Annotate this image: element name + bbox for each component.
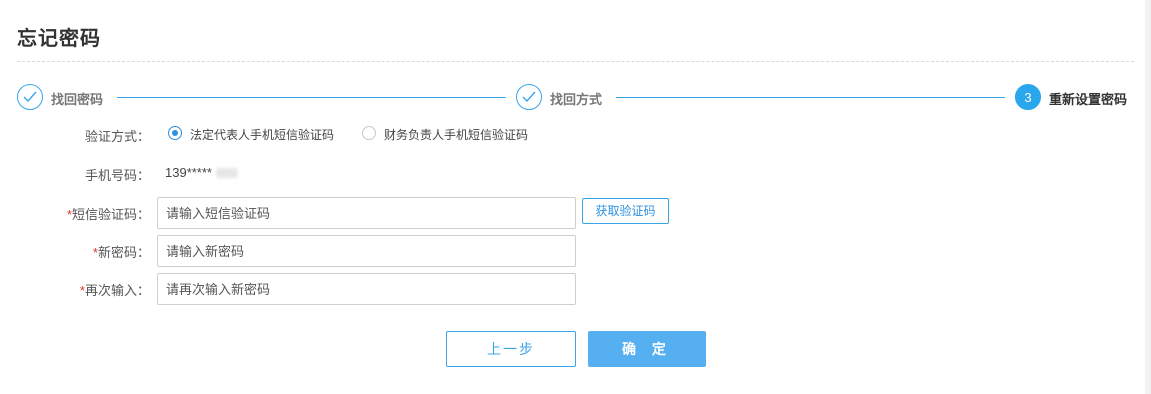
sms-code-input[interactable] [157,197,576,229]
step-1-label: 找回密码 [51,92,104,107]
get-code-button[interactable]: 获取验证码 [582,198,669,224]
radio-finance-head-label[interactable]: 财务负责人手机短信验证码 [384,126,528,143]
sms-code-label: *短信验证码： [40,204,150,223]
new-password-input[interactable] [157,235,576,267]
previous-step-button[interactable]: 上一步 [446,331,576,367]
radio-legal-rep-label[interactable]: 法定代表人手机短信验证码 [190,126,334,143]
step-2-connector [616,97,1005,98]
verify-method-label: 验证方式： [84,129,150,144]
confirm-password-input[interactable] [157,273,576,305]
confirm-password-label: *再次输入： [40,280,150,299]
confirm-button[interactable]: 确 定 [588,331,706,367]
confirm-password-label-text: 再次输入： [84,283,150,298]
step-2-label: 找回方式 [550,92,603,107]
phone-value: 139***** [165,165,212,180]
new-password-label-text: 新密码： [97,245,150,260]
step-3-label: 重新设置密码 [1049,92,1128,107]
page-title: 忘记密码 [17,28,101,50]
step-1-connector [117,97,506,98]
phone-masked-blur [216,168,238,178]
new-password-label: *新密码： [40,242,150,261]
title-divider [17,61,1134,62]
step-1-check-icon [17,84,43,110]
radio-legal-rep[interactable] [168,126,182,140]
forgot-password-page: 忘记密码 找回密码 找回方式 3 重新设置密码 验证方式： 法定代表人手机短信验… [0,0,1151,394]
phone-label: 手机号码： [84,168,150,183]
radio-finance-head[interactable] [362,126,376,140]
scrollbar-track [1145,0,1151,394]
step-2-check-icon [516,84,542,110]
step-3-number-badge: 3 [1015,84,1041,110]
sms-code-label-text: 短信验证码： [71,207,150,222]
